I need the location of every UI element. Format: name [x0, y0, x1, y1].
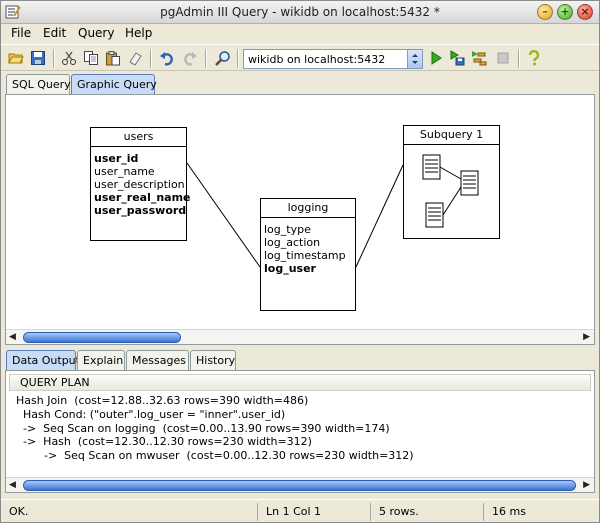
help-icon[interactable] [525, 49, 543, 67]
output-scroll-thumb[interactable] [23, 480, 576, 491]
table-users[interactable]: users user_id user_name user_description… [90, 127, 191, 241]
clear-icon[interactable] [126, 49, 144, 67]
canvas-scroll-thumb[interactable] [23, 332, 181, 343]
toolbar-separator [150, 49, 152, 68]
status-cursor-position: Ln 1 Col 1 [257, 503, 370, 521]
table-logging[interactable]: logging log_type log_action log_timestam… [260, 198, 356, 311]
table-logging-header: logging [261, 199, 355, 218]
column-log-action[interactable]: log_action [261, 236, 355, 249]
cut-icon[interactable] [60, 49, 78, 67]
connection-value: wikidb on localhost:5432 [248, 53, 386, 66]
join-line-users-logging [186, 162, 261, 268]
toolbar-separator [53, 49, 55, 68]
column-user-id[interactable]: user_id [91, 152, 186, 165]
status-bar: OK. Ln 1 Col 1 5 rows. 16 ms [1, 499, 599, 522]
column-user-description[interactable]: user_description [91, 178, 186, 191]
title-bar: pgAdmin III Query - wikidb on localhost:… [1, 1, 599, 24]
toolbar-separator [205, 49, 207, 68]
subquery-diagram-icon [422, 154, 479, 228]
connection-select[interactable]: wikidb on localhost:5432 [243, 49, 423, 69]
toolbar-separator [518, 49, 520, 68]
save-icon[interactable] [29, 49, 47, 67]
tab-graphic-query[interactable]: Graphic Query [71, 74, 157, 94]
tab-sql-query[interactable]: SQL Query [6, 74, 71, 94]
minimize-button[interactable]: – [537, 4, 553, 20]
status-row-count: 5 rows. [370, 503, 483, 521]
menu-edit[interactable]: Edit [43, 26, 66, 40]
canvas-horizontal-scrollbar[interactable]: ◀ ▶ [6, 329, 594, 344]
status-execution-time: 16 ms [483, 503, 597, 521]
column-user-name[interactable]: user_name [91, 165, 186, 178]
table-row[interactable]: -> Hash (cost=12.30..12.30 rows=230 widt… [16, 435, 414, 449]
window-title: pgAdmin III Query - wikidb on localhost:… [160, 5, 440, 19]
menu-query[interactable]: Query [78, 26, 114, 40]
tab-messages[interactable]: Messages [126, 350, 189, 370]
toolbar-separator [237, 49, 239, 68]
output-horizontal-scrollbar[interactable]: ◀ ▶ [6, 477, 594, 492]
menu-file[interactable]: File [11, 26, 31, 40]
maximize-button[interactable]: + [557, 4, 573, 20]
column-log-type[interactable]: log_type [261, 223, 355, 236]
table-row[interactable]: Hash Cond: ("outer".log_user = "inner".u… [16, 408, 414, 422]
subquery-header: Subquery 1 [404, 126, 499, 145]
redo-icon[interactable] [181, 49, 199, 67]
chevron-down-icon[interactable] [407, 50, 422, 68]
status-message: OK. [9, 505, 29, 518]
pgadmin-query-window: pgAdmin III Query - wikidb on localhost:… [0, 0, 600, 523]
tab-data-output[interactable]: Data Output [6, 350, 80, 370]
table-row[interactable]: -> Seq Scan on logging (cost=0.00..13.90… [16, 422, 414, 436]
column-log-timestamp[interactable]: log_timestamp [261, 249, 355, 262]
close-button[interactable]: × [577, 4, 593, 20]
table-users-header: users [91, 128, 186, 147]
column-log-user[interactable]: log_user [261, 262, 355, 275]
scroll-left-icon[interactable]: ◀ [9, 480, 16, 490]
tab-explain[interactable]: Explain [77, 350, 125, 370]
stop-icon[interactable] [494, 49, 512, 67]
query-plan-rows: Hash Join (cost=12.88..32.63 rows=390 wi… [16, 394, 414, 463]
execute-icon[interactable] [427, 49, 445, 67]
undo-icon[interactable] [158, 49, 176, 67]
column-user-real-name[interactable]: user_real_name [91, 191, 191, 204]
open-icon[interactable] [7, 49, 25, 67]
subquery-box[interactable]: Subquery 1 [403, 125, 500, 239]
join-line-logging-subquery [355, 164, 404, 268]
data-output-panel: QUERY PLAN Hash Join (cost=12.88..32.63 … [5, 370, 595, 493]
copy-icon[interactable] [82, 49, 100, 67]
column-user-password[interactable]: user_password [91, 204, 186, 217]
toolbar: wikidb on localhost:5432 [1, 44, 599, 71]
scroll-left-icon[interactable]: ◀ [9, 332, 16, 342]
graphic-query-canvas[interactable]: users user_id user_name user_description… [5, 94, 595, 345]
menu-bar: File Edit Query Help [1, 24, 599, 43]
explain-icon[interactable] [470, 49, 488, 67]
execute-to-file-icon[interactable] [448, 49, 466, 67]
find-icon[interactable] [214, 49, 232, 67]
table-row[interactable]: -> Seq Scan on mwuser (cost=0.00..12.30 … [16, 449, 414, 463]
column-header-query-plan[interactable]: QUERY PLAN [9, 374, 591, 391]
scroll-right-icon[interactable]: ▶ [583, 480, 590, 490]
table-row[interactable]: Hash Join (cost=12.88..32.63 rows=390 wi… [16, 394, 414, 408]
paste-icon[interactable] [104, 49, 122, 67]
menu-help[interactable]: Help [125, 26, 152, 40]
tab-history[interactable]: History [190, 350, 236, 370]
scroll-right-icon[interactable]: ▶ [583, 332, 590, 342]
